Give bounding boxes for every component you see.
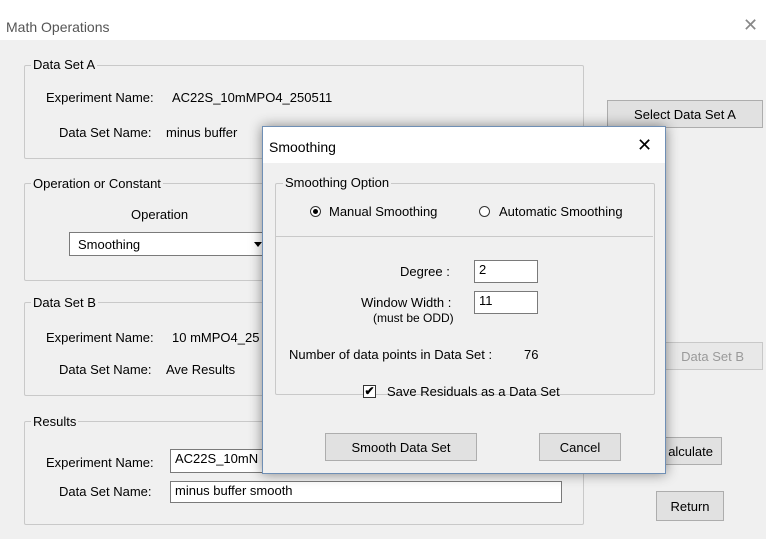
window-title: Math Operations (6, 19, 110, 35)
results-experiment-label: Experiment Name: (46, 455, 154, 470)
data-set-a-experiment-label: Experiment Name: (46, 90, 154, 105)
window-width-note: (must be ODD) (373, 311, 454, 325)
chevron-down-icon[interactable] (254, 242, 262, 247)
save-residuals-label: Save Residuals as a Data Set (387, 384, 560, 399)
window-width-input[interactable]: 11 (474, 291, 538, 314)
manual-smoothing-label: Manual Smoothing (329, 204, 438, 219)
results-dataset-label: Data Set Name: (59, 484, 152, 499)
operation-select[interactable]: Smoothing (69, 232, 269, 256)
select-data-set-a-button[interactable]: Select Data Set A (607, 100, 763, 128)
smoothing-dialog: Smoothing ✕ Smoothing Option Manual Smoo… (262, 126, 666, 474)
smoothing-title: Smoothing (269, 139, 336, 155)
data-points-value: 76 (524, 347, 539, 362)
smoothing-title-bar: Smoothing ✕ (263, 127, 665, 163)
data-set-a-legend: Data Set A (31, 57, 98, 72)
degree-label: Degree : (400, 264, 450, 279)
results-legend: Results (31, 414, 79, 429)
operation-legend: Operation or Constant (31, 176, 163, 191)
close-icon[interactable]: ✕ (743, 16, 758, 34)
data-set-b-group (24, 302, 276, 396)
operation-label: Operation (131, 207, 189, 222)
data-set-b-experiment-label: Experiment Name: (46, 330, 154, 345)
window-width-label: Window Width : (361, 295, 452, 310)
option-divider (276, 236, 653, 237)
smooth-data-set-button[interactable]: Smooth Data Set (325, 433, 477, 461)
data-set-b-dataset-label: Data Set Name: (59, 362, 152, 377)
data-set-b-experiment-value: 10 mMPO4_25 (172, 330, 260, 345)
manual-smoothing-radio[interactable] (310, 206, 321, 217)
cancel-button[interactable]: Cancel (539, 433, 621, 461)
data-points-label: Number of data points in Data Set : (289, 347, 493, 362)
operation-selected-value: Smoothing (78, 237, 141, 252)
automatic-smoothing-label: Automatic Smoothing (499, 204, 623, 219)
data-set-a-experiment-value: AC22S_10mMPO4_250511 (172, 90, 333, 105)
smoothing-close-icon[interactable]: ✕ (637, 136, 652, 154)
data-set-a-dataset-label: Data Set Name: (59, 125, 152, 140)
return-button[interactable]: Return (656, 491, 724, 521)
data-set-b-dataset-value: Ave Results (166, 362, 236, 377)
data-set-b-legend: Data Set B (31, 295, 98, 310)
data-set-a-dataset-value: minus buffer (166, 125, 238, 140)
automatic-smoothing-radio[interactable] (479, 206, 490, 217)
smoothing-option-legend: Smoothing Option (283, 175, 392, 190)
save-residuals-checkbox[interactable]: ✔ (363, 385, 376, 398)
degree-input[interactable]: 2 (474, 260, 538, 283)
results-dataset-field[interactable]: minus buffer smooth (170, 481, 562, 503)
title-bar: Math Operations ✕ (0, 0, 766, 40)
